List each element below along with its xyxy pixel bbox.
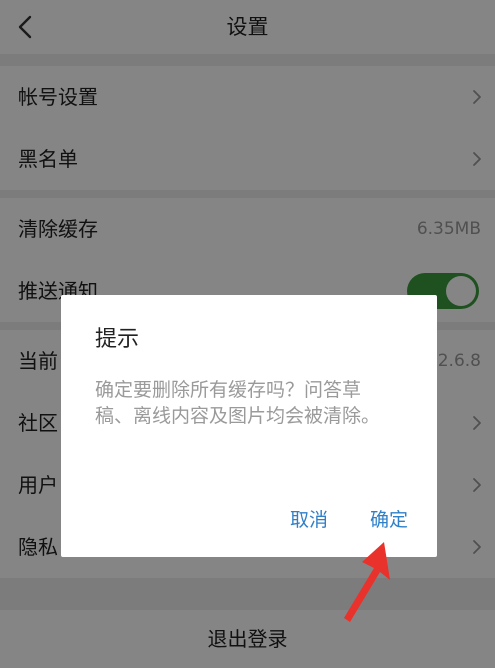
- dialog-title: 提示: [95, 327, 140, 352]
- annotation-arrow-icon: [344, 542, 390, 622]
- clear-cache-dialog: 提示 确定要删除所有缓存吗？问答草稿、离线内容及图片均会被清除。 取消 确定: [61, 295, 437, 557]
- dialog-message: 确定要删除所有缓存吗？问答草稿、离线内容及图片均会被清除。: [95, 379, 381, 427]
- cancel-button[interactable]: 取消: [290, 505, 328, 532]
- confirm-button[interactable]: 确定: [370, 505, 408, 532]
- settings-screen: 设置 帐号设置 黑名单 清除缓存 6.35MB 推送通知 当前 2.6.8 社区: [0, 0, 495, 668]
